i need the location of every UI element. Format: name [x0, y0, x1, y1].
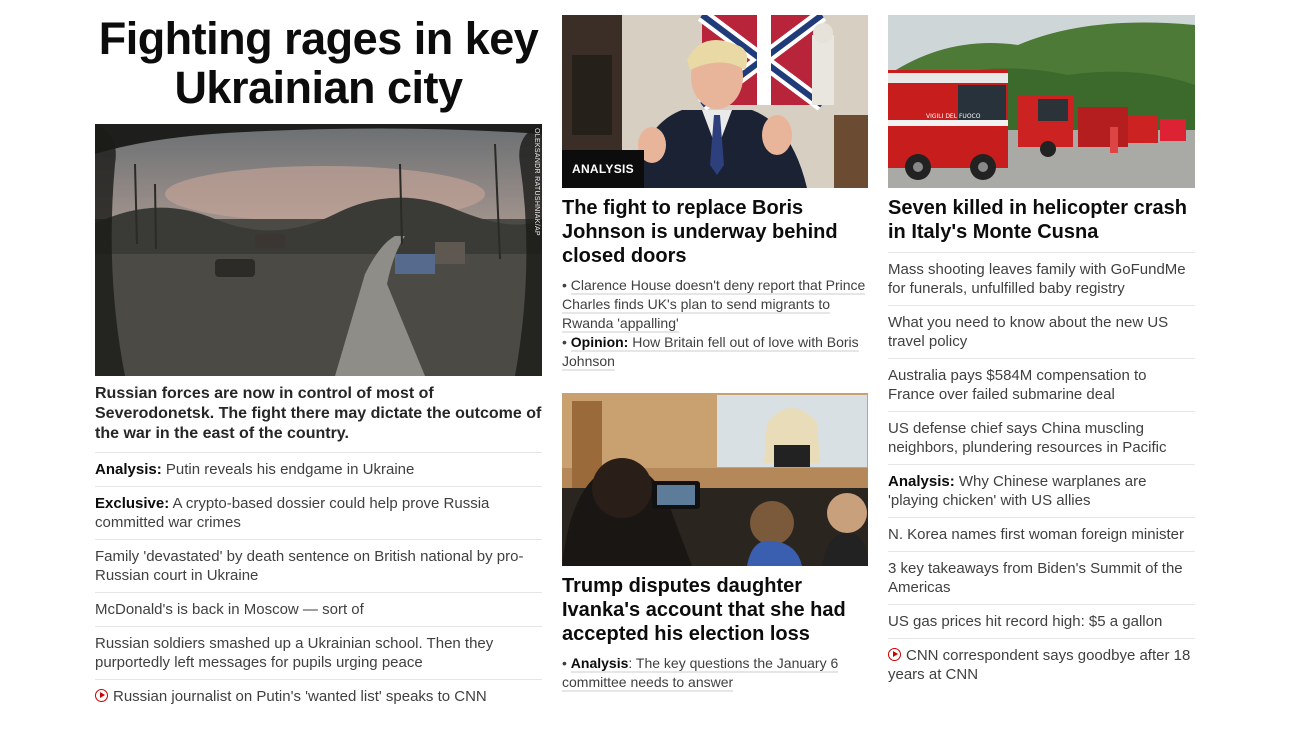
link-item[interactable]: Russian soldiers smashed up a Ukrainian …	[95, 627, 542, 680]
sublink-prefix: Analysis	[570, 655, 629, 671]
link-item[interactable]: US gas prices hit record high: $5 a gall…	[888, 605, 1195, 639]
link-text: What you need to know about the new US t…	[888, 314, 1169, 350]
sublink-analysis[interactable]: Analysis: The key questions the January …	[562, 655, 839, 692]
analysis-badge: ANALYSIS	[562, 150, 644, 188]
link-item[interactable]: N. Korea names first woman foreign minis…	[888, 518, 1195, 552]
link-item[interactable]: Russian journalist on Putin's 'wanted li…	[95, 680, 542, 713]
right-column-links: Mass shooting leaves family with GoFundM…	[888, 252, 1195, 691]
link-prefix: Exclusive:	[95, 495, 170, 512]
link-item[interactable]: CNN correspondent says goodbye after 18 …	[888, 639, 1195, 691]
lead-story-image[interactable]: OLEKSANDR RATUSHNIAK/AP	[95, 124, 542, 376]
lead-headline[interactable]: Fighting rages in key Ukrainian city	[95, 14, 542, 112]
story-sublinks: • Analysis: The key questions the Januar…	[562, 655, 839, 692]
link-prefix: Analysis:	[888, 473, 955, 490]
link-item[interactable]: Australia pays $584M compensation to Fra…	[888, 359, 1195, 412]
link-item[interactable]: Analysis: Why Chinese warplanes are 'pla…	[888, 465, 1195, 518]
lead-description[interactable]: Russian forces are now in control of mos…	[95, 384, 542, 453]
link-item[interactable]: 3 key takeaways from Biden's Summit of t…	[888, 552, 1195, 605]
middle-column: ANALYSIS The fight to replace Boris John…	[562, 0, 868, 692]
sublink-clarence-house[interactable]: Clarence House doesn't deny report that …	[562, 277, 866, 333]
link-text: US defense chief says China muscling nei…	[888, 420, 1167, 456]
link-text: CNN correspondent says goodbye after 18 …	[888, 647, 1191, 683]
link-text: 3 key takeaways from Biden's Summit of t…	[888, 560, 1183, 596]
link-text: Russian journalist on Putin's 'wanted li…	[113, 688, 487, 705]
link-prefix: Analysis:	[95, 461, 162, 478]
story-sublinks: • Clarence House doesn't deny report tha…	[562, 277, 866, 371]
truck-label: VIGILI DEL FUOCO	[926, 113, 981, 120]
boris-johnson-image[interactable]: ANALYSIS	[562, 15, 868, 188]
lead-related-links: Analysis: Putin reveals his endgame in U…	[95, 453, 542, 713]
right-column: VIGILI DEL FUOCO Seven killed in helicop…	[888, 0, 1195, 691]
link-text: Mass shooting leaves family with GoFundM…	[888, 261, 1186, 297]
link-item[interactable]: What you need to know about the new US t…	[888, 306, 1195, 359]
link-item[interactable]: US defense chief says China muscling nei…	[888, 412, 1195, 465]
image-credit: OLEKSANDR RATUSHNIAK/AP	[533, 128, 540, 236]
sublink-prefix: Opinion:	[570, 334, 629, 350]
play-icon	[888, 648, 901, 661]
story-headline-helicopter-crash[interactable]: Seven killed in helicopter crash in Ital…	[888, 196, 1195, 244]
trump-hearing-image[interactable]	[562, 393, 868, 566]
link-text: McDonald's is back in Moscow — sort of	[95, 601, 364, 618]
link-item[interactable]: Family 'devastated' by death sentence on…	[95, 540, 542, 593]
story-headline-trump-ivanka[interactable]: Trump disputes daughter Ivanka's account…	[562, 574, 868, 646]
link-text: Russian soldiers smashed up a Ukrainian …	[95, 635, 494, 671]
link-item[interactable]: McDonald's is back in Moscow — sort of	[95, 593, 542, 627]
link-text: Family 'devastated' by death sentence on…	[95, 548, 524, 584]
lead-story-column: Fighting rages in key Ukrainian city OLE…	[95, 0, 542, 713]
link-item[interactable]: Mass shooting leaves family with GoFundM…	[888, 253, 1195, 306]
link-item[interactable]: Analysis: Putin reveals his endgame in U…	[95, 453, 542, 487]
link-text: Putin reveals his endgame in Ukraine	[161, 461, 415, 478]
play-icon	[95, 689, 108, 702]
story-headline-boris-johnson[interactable]: The fight to replace Boris Johnson is un…	[562, 196, 868, 268]
link-item[interactable]: Exclusive: A crypto-based dossier could …	[95, 487, 542, 540]
link-text: Australia pays $584M compensation to Fra…	[888, 367, 1147, 403]
sublink-opinion[interactable]: Opinion: How Britain fell out of love wi…	[562, 334, 859, 371]
link-text: N. Korea names first woman foreign minis…	[888, 526, 1184, 543]
helicopter-crash-image[interactable]: VIGILI DEL FUOCO	[888, 15, 1195, 188]
link-text: US gas prices hit record high: $5 a gall…	[888, 613, 1163, 630]
